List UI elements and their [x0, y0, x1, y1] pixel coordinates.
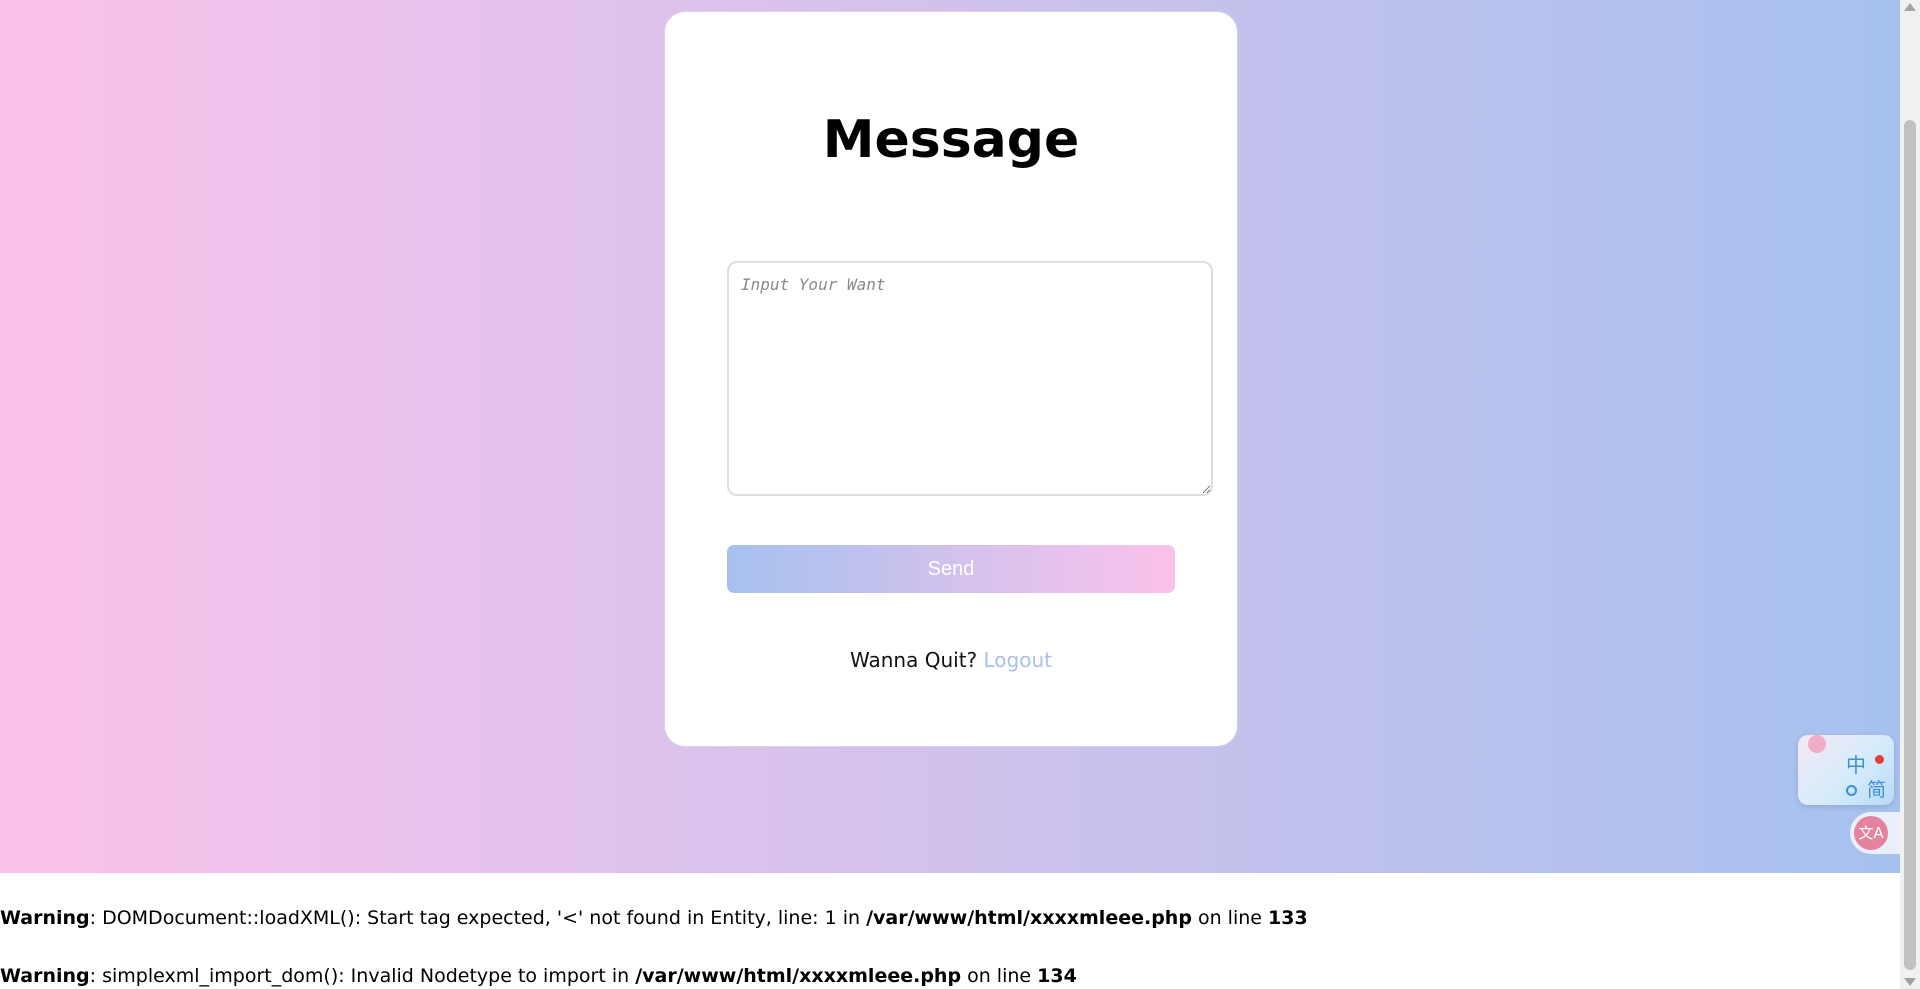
warning-message: : DOMDocument::loadXML(): Start tag expe…: [89, 907, 867, 929]
warning-line: Warning: DOMDocument::loadXML(): Start t…: [0, 907, 1308, 929]
warning-file: /var/www/html/xxxxmleee.php: [866, 907, 1192, 929]
warning-on-line: on line: [961, 965, 1038, 987]
red-dot-icon: [1875, 755, 1884, 764]
warning-label: Warning: [0, 965, 90, 987]
warning-line-number: 133: [1268, 907, 1308, 929]
blossom-icon: [1808, 735, 1826, 753]
logout-link[interactable]: Logout: [984, 648, 1052, 672]
scroll-up-arrow-icon[interactable]: [1904, 3, 1916, 11]
scroll-thumb[interactable]: [1904, 120, 1916, 970]
message-textarea[interactable]: [727, 261, 1213, 496]
translate-icon[interactable]: 文A: [1854, 816, 1888, 850]
warning-line-number: 134: [1037, 965, 1077, 987]
ring-icon: [1846, 785, 1857, 796]
page-title: Message: [822, 110, 1080, 170]
translate-char-zh: 中: [1846, 753, 1866, 777]
warning-file: /var/www/html/xxxxmleee.php: [635, 965, 962, 987]
php-warnings: Warning: DOMDocument::loadXML(): Start t…: [0, 873, 1900, 989]
warning-line: Warning: simplexml_import_dom(): Invalid…: [0, 965, 1077, 987]
translate-tab[interactable]: 文A: [1850, 812, 1900, 854]
message-card: Message Send Wanna Quit? Logout: [665, 12, 1237, 746]
warning-on-line: on line: [1191, 907, 1269, 929]
gradient-background: Message Send Wanna Quit? Logout: [0, 0, 1900, 873]
scroll-down-arrow-icon[interactable]: [1904, 978, 1916, 986]
warning-message: : simplexml_import_dom(): Invalid Nodety…: [89, 965, 636, 987]
translate-widget[interactable]: 中 简: [1798, 735, 1894, 805]
warning-label: Warning: [0, 907, 90, 929]
send-button[interactable]: Send: [727, 545, 1175, 593]
page: Message Send Wanna Quit? Logout 中 简 文A W…: [0, 0, 1920, 989]
vertical-scrollbar[interactable]: [1900, 0, 1920, 989]
quit-prompt: Wanna Quit?: [850, 648, 978, 672]
quit-line: Wanna Quit? Logout: [665, 648, 1237, 672]
translate-char-jian: 简: [1866, 779, 1886, 801]
